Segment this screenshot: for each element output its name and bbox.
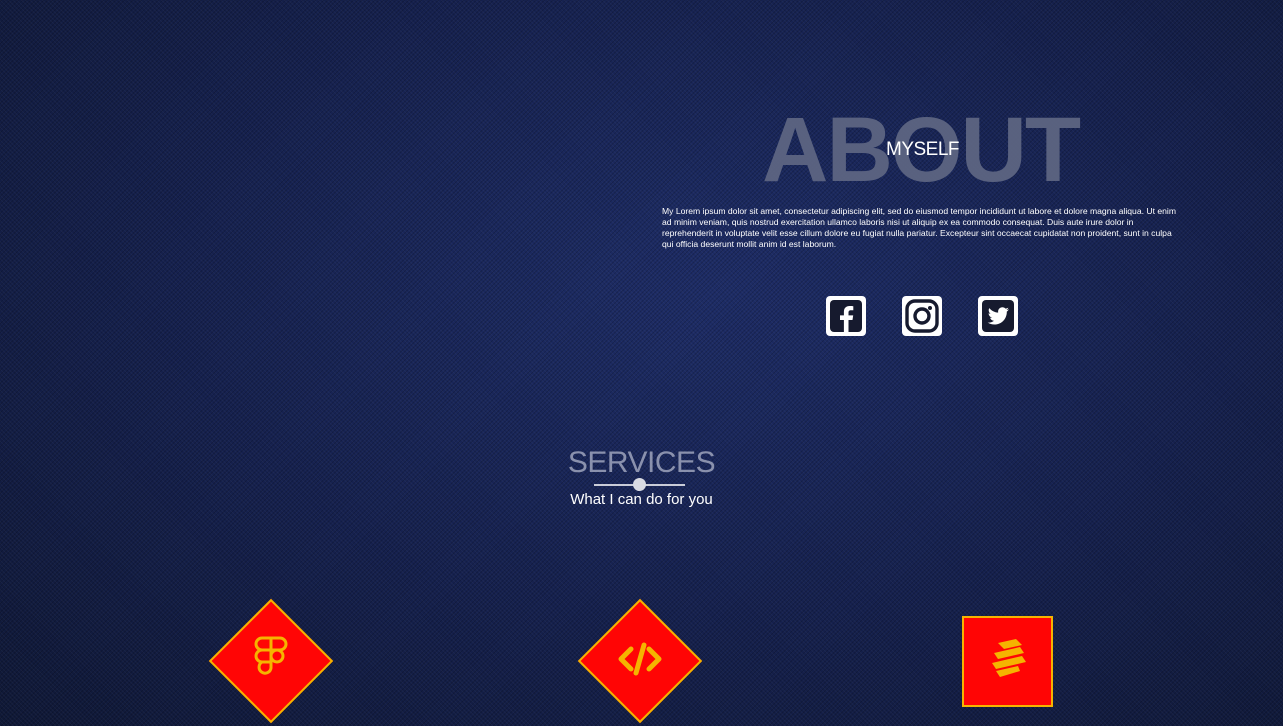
instagram-icon [902, 296, 942, 336]
services-subtitle: What I can do for you [570, 491, 713, 508]
about-text: My Lorem ipsum dolor sit amet, consectet… [662, 206, 1176, 249]
instagram-link[interactable] [902, 296, 942, 336]
figma-icon [251, 634, 291, 689]
layers-icon [982, 633, 1034, 690]
facebook-icon [826, 296, 866, 336]
code-icon [617, 639, 663, 684]
services-title: SERVICES [567, 446, 716, 479]
twitter-icon [978, 296, 1018, 336]
about-subheading: MYSELF [886, 139, 960, 160]
service-card-design[interactable] [208, 598, 334, 724]
services-divider-dot [633, 478, 646, 491]
service-card-branding[interactable] [962, 616, 1053, 707]
social-links [826, 296, 1018, 336]
service-card-development[interactable] [577, 598, 703, 724]
facebook-link[interactable] [826, 296, 866, 336]
twitter-link[interactable] [978, 296, 1018, 336]
